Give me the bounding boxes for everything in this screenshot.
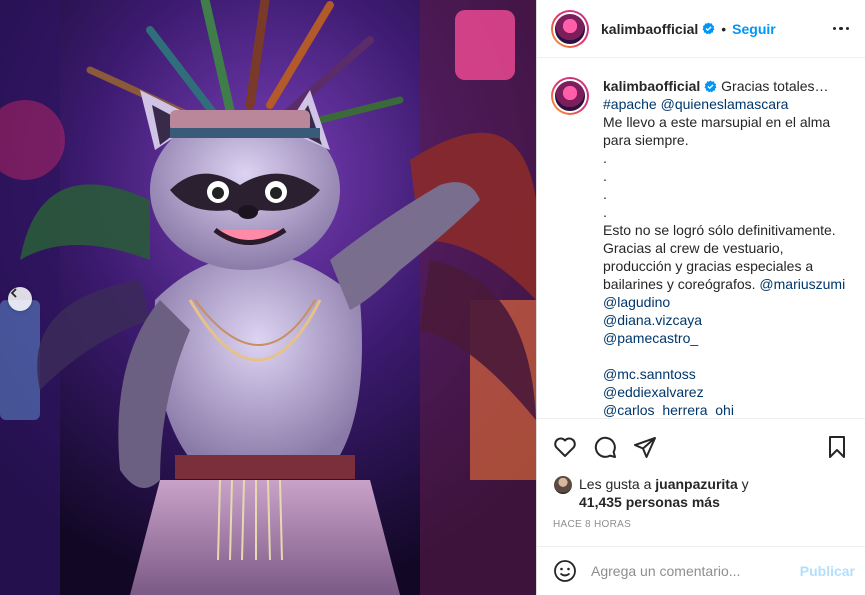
follow-button[interactable]: Seguir [732, 21, 776, 37]
caption-line: producción y gracias especiales a [603, 257, 845, 275]
post-caption: kalimbaofficial Gracias totales… #apache … [537, 59, 865, 417]
post-header: kalimbaofficial • Seguir [537, 0, 865, 58]
caption-text-line: Esto no se logró sólo definitivamente. [603, 222, 836, 238]
caption-text: kalimbaofficial Gracias totales… #apache … [603, 77, 845, 417]
caption-line: kalimbaofficial Gracias totales… [603, 77, 845, 95]
caption-link[interactable]: @mariuszumi [759, 276, 845, 292]
caption-link[interactable]: @mc.sanntoss [603, 366, 696, 382]
caption-link[interactable]: @pamecastro_ [603, 330, 698, 346]
author-avatar[interactable] [551, 9, 589, 48]
author-username[interactable]: kalimbaofficial [601, 21, 698, 37]
chevron-left-icon [10, 288, 17, 298]
caption-line [603, 347, 845, 365]
caption-line: Esto no se logró sólo definitivamente. [603, 221, 845, 239]
caption-first-text: Gracias totales… [717, 78, 829, 94]
likes-count[interactable]: 41,435 personas más [579, 494, 720, 510]
caption-text-line: bailarines y coreógrafos. [603, 276, 756, 292]
caption-line: bailarines y coreógrafos. @mariuszumi [603, 275, 845, 293]
bookmark-icon[interactable] [825, 435, 849, 459]
more-options-icon[interactable] [831, 21, 852, 37]
liker-avatar[interactable] [553, 475, 573, 495]
verified-badge-icon [702, 22, 715, 35]
action-bar [537, 419, 865, 461]
caption-username[interactable]: kalimbaofficial [603, 78, 700, 94]
post-timestamp[interactable]: HACE 8 HORAS [537, 511, 865, 530]
emoji-smile-icon[interactable] [553, 559, 577, 583]
caption-line: @pamecastro_ [603, 329, 845, 347]
caption-text-line: para siempre. [603, 132, 689, 148]
paper-plane-icon[interactable] [633, 435, 657, 459]
caption-line: para siempre. [603, 131, 845, 149]
caption-text-line: . [603, 186, 607, 202]
header-separator: • [721, 20, 727, 37]
likes-prefix: Les gusta a [579, 476, 652, 492]
publish-button[interactable]: Publicar [800, 563, 855, 579]
caption-line: #apache @quieneslamascara [603, 95, 845, 113]
caption-text-line: Gracias al crew de vestuario, [603, 240, 784, 256]
caption-line: . [603, 203, 845, 221]
caption-text-line: . [603, 150, 607, 166]
likes-joiner: y [741, 476, 749, 492]
caption-link[interactable]: @diana.vizcaya [603, 312, 702, 328]
caption-line: Gracias al crew de vestuario, [603, 239, 845, 257]
caption-text-line: producción y gracias especiales a [603, 258, 814, 274]
post-side-panel: kalimbaofficial • Seguir kalimbaofficial… [536, 0, 865, 595]
likes-summary: Les gusta a juanpazurita y 41,435 person… [537, 461, 865, 511]
comment-bubble-icon[interactable] [593, 435, 617, 459]
caption-line: @carlos_herrera_ohi [603, 401, 845, 417]
caption-link[interactable]: #apache @quieneslamascara [603, 96, 788, 112]
verified-badge-icon [704, 80, 717, 93]
comment-bar: Publicar [537, 546, 865, 595]
liker-username[interactable]: juanpazurita [655, 476, 737, 492]
caption-link[interactable]: @lagudino [603, 294, 670, 310]
post-photo [0, 0, 536, 595]
post-media[interactable] [0, 0, 536, 595]
caption-line: @eddiexalvarez [603, 383, 845, 401]
caption-text-line: Me llevo a este marsupial en el alma [603, 114, 831, 130]
previous-image-button[interactable] [8, 287, 32, 311]
caption-line: @diana.vizcaya [603, 311, 845, 329]
caption-link[interactable]: @carlos_herrera_ohi [603, 402, 734, 417]
caption-line: . [603, 149, 845, 167]
caption-line: Me llevo a este marsupial en el alma [603, 113, 845, 131]
caption-line: @lagudino [603, 293, 845, 311]
caption-text-line: . [603, 168, 607, 184]
instagram-post-view: kalimbaofficial • Seguir kalimbaofficial… [0, 0, 865, 595]
comment-input[interactable] [591, 563, 800, 579]
post-actions-section: Les gusta a juanpazurita y 41,435 person… [537, 418, 865, 548]
caption-line: . [603, 167, 845, 185]
heart-icon[interactable] [553, 435, 577, 459]
caption-line: . [603, 185, 845, 203]
caption-author-avatar[interactable] [551, 77, 589, 115]
caption-text-line: . [603, 204, 607, 220]
caption-line: @mc.sanntoss [603, 365, 845, 383]
caption-link[interactable]: @eddiexalvarez [603, 384, 704, 400]
